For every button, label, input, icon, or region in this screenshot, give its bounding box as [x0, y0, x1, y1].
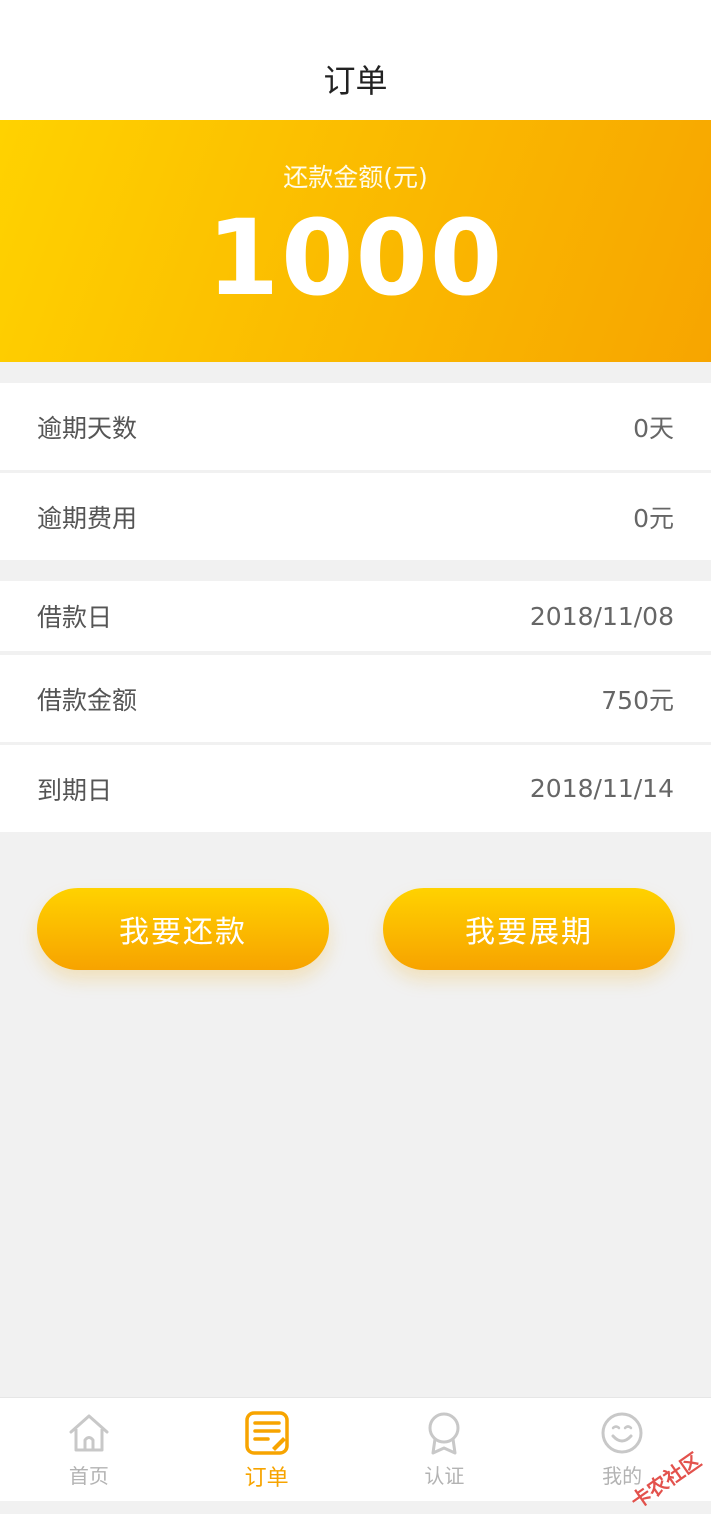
- overdue-days-row: 逾期天数 0天: [0, 383, 711, 470]
- tab-verify[interactable]: 认证: [356, 1398, 534, 1501]
- repay-button[interactable]: 我要还款: [37, 888, 329, 970]
- row-label: 到期日: [37, 775, 113, 805]
- row-value: 2018/11/08: [529, 601, 674, 631]
- loan-amount-row: 借款金额 750元: [0, 655, 711, 742]
- row-label: 借款日: [37, 603, 113, 632]
- row-label: 借款金额: [37, 685, 138, 715]
- repayment-amount: 1000: [206, 197, 505, 319]
- tab-order[interactable]: 订单: [178, 1398, 356, 1501]
- repayment-amount-label: 还款金额(元): [283, 163, 428, 192]
- overdue-fee-row: 逾期费用 0元: [0, 473, 711, 560]
- row-value: 0天: [633, 413, 674, 443]
- bottom-tab-bar: 首页 订单 认证 我的: [0, 1397, 711, 1501]
- row-label: 逾期天数: [37, 413, 138, 443]
- row-value: 2018/11/14: [529, 774, 674, 803]
- tab-label: 订单: [244, 1466, 289, 1491]
- tab-home[interactable]: 首页: [0, 1398, 178, 1501]
- smiley-icon: [601, 1412, 643, 1454]
- order-icon: [244, 1411, 289, 1455]
- page-title: 订单: [323, 62, 388, 100]
- row-label: 逾期费用: [37, 503, 138, 533]
- extend-button[interactable]: 我要展期: [383, 888, 675, 970]
- tab-label: 认证: [424, 1464, 465, 1488]
- tab-label: 首页: [68, 1464, 109, 1488]
- loan-date-row: 借款日 2018/11/08: [0, 581, 711, 651]
- repayment-banner: 还款金额(元) 1000: [0, 120, 711, 362]
- due-date-row: 到期日 2018/11/14: [0, 745, 711, 832]
- row-value: 0元: [633, 503, 674, 533]
- badge-icon: [428, 1412, 460, 1455]
- home-icon: [69, 1414, 109, 1452]
- top-bar: 订单: [0, 0, 711, 120]
- row-value: 750元: [601, 685, 674, 715]
